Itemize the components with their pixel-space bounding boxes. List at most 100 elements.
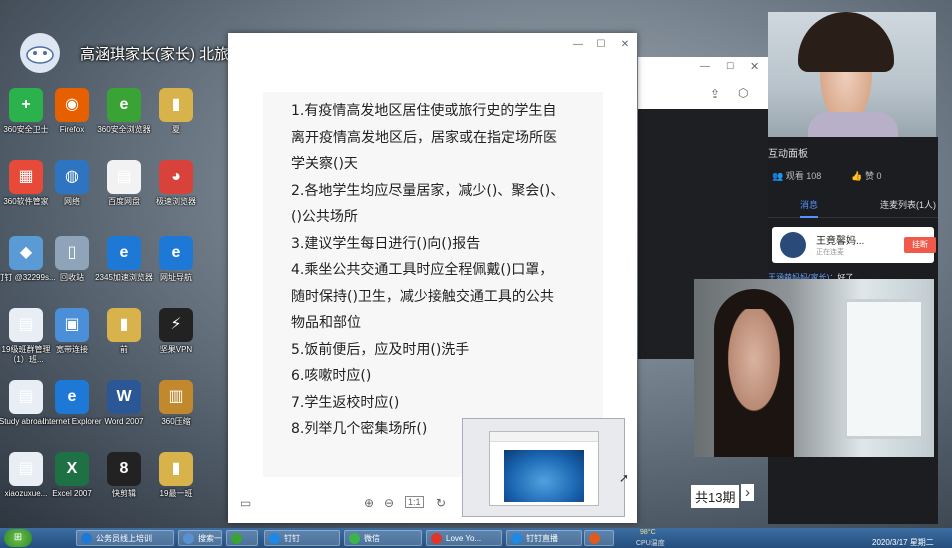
desktop-icon[interactable]: ◕ 极速浏览器 <box>146 160 206 207</box>
app-icon: ▤ <box>9 452 43 486</box>
document-line: 7.学生返校时应() <box>291 394 400 411</box>
desktop-icon[interactable]: ◉ Firefox <box>42 88 102 135</box>
like-count[interactable]: 👍 赞 0 <box>851 169 881 182</box>
desktop-icon-label: 夏 <box>172 125 180 134</box>
desktop-icon[interactable]: ▮ 前 <box>94 308 154 355</box>
preview-titlebar <box>490 432 598 442</box>
app-icon: e <box>159 236 193 270</box>
desktop-icon[interactable]: ▮ 19最一班 <box>146 452 206 499</box>
app-icon: ◉ <box>55 88 89 122</box>
browser-window[interactable]: — ☐ ✕ ⇪ ⬡ <box>638 57 768 109</box>
maximize-icon[interactable]: ☐ <box>726 61 734 72</box>
next-page-button[interactable]: › <box>741 484 754 501</box>
person-hair <box>798 12 894 72</box>
desktop-icon[interactable]: ▥ 360压缩 <box>146 380 206 427</box>
desktop-icon[interactable]: e Internet Explorer <box>42 380 102 427</box>
desktop-icon[interactable]: e 360安全浏览器 <box>94 88 154 135</box>
document-line: 学关察()天 <box>291 156 358 172</box>
tab-messages[interactable]: 消息 <box>800 198 819 218</box>
cursor-icon: ➚ <box>619 471 630 485</box>
taskbar-item[interactable] <box>584 530 614 546</box>
screen-share-preview[interactable]: ➚ <box>462 418 629 517</box>
desktop-icon[interactable]: ▮ 夏 <box>146 88 206 135</box>
person-shirt <box>808 112 898 137</box>
layout-icon[interactable]: ▭ <box>240 496 251 510</box>
taskbar-item[interactable]: 钉钉直播 <box>506 530 582 546</box>
taskbar-item[interactable]: 钉钉 <box>264 530 340 546</box>
close-icon[interactable]: ✕ <box>618 39 632 50</box>
app-icon: e <box>107 88 141 122</box>
taskbar: ⊞ 公务员线上培训 搜索一下 钉钉 微信 Love Yo... 钉钉直播 98°C CPU… <box>0 528 952 548</box>
desktop-icon[interactable]: e 2345加速浏览器 <box>94 236 154 283</box>
document-line: 4.乘坐公共交通工具时应全程佩戴()口罩， <box>291 262 554 278</box>
minimize-icon[interactable]: — <box>571 39 585 50</box>
zoom-out-icon[interactable]: ⊖ <box>384 496 394 510</box>
desktop-icon[interactable]: X Excel 2007 <box>42 452 102 499</box>
desktop-icon-label: 360安全浏览器 <box>97 125 151 134</box>
clock-date: 2020/3/17 星期二 <box>872 538 934 547</box>
taskbar-item-label: 搜索一下 <box>198 533 222 543</box>
desktop-icon-label: 宽带连接 <box>56 345 88 354</box>
taskbar-item[interactable]: 公务员线上培训 <box>76 530 174 546</box>
desktop-icon-label: Internet Explorer <box>42 417 102 426</box>
app-icon: e <box>55 380 89 414</box>
app-icon <box>589 532 600 544</box>
preview-screen <box>504 450 584 502</box>
app-icon: ▯ <box>55 236 89 270</box>
minimize-icon[interactable]: — <box>700 61 710 72</box>
app-icon: ◆ <box>9 236 43 270</box>
app-icon: ◕ <box>159 160 193 194</box>
desktop-icon[interactable]: e 网址导航 <box>146 236 206 283</box>
app-icon: ◍ <box>55 160 89 194</box>
co-host-name: 王竟馨妈... <box>816 236 865 247</box>
viewer-titlebar: — ☐ ✕ <box>228 33 637 59</box>
document-line: 3.建议学生每日进行()向()报告 <box>291 235 481 252</box>
zoom-in-icon[interactable]: ⊕ <box>364 496 374 510</box>
desktop-icon[interactable]: ▣ 宽带连接 <box>42 308 102 355</box>
app-icon: ▦ <box>9 160 43 194</box>
document-line: 随时保持()卫生，减少接触交通工具的公共 <box>291 288 554 305</box>
app-icon <box>81 532 92 544</box>
desktop-icon[interactable]: ▤ 百度网盘 <box>94 160 154 207</box>
hangup-button[interactable]: 挂断 <box>904 237 936 253</box>
co-host-status: 正在连麦 <box>816 249 844 256</box>
preview-window <box>489 431 599 506</box>
chevron-right-icon: › <box>745 484 750 501</box>
tab-mic-list[interactable]: 连麦列表(1人) <box>880 198 936 211</box>
viewers-icon: 👥 <box>772 171 784 181</box>
document-line: 6.咳嗽时应() <box>291 368 372 384</box>
taskbar-item[interactable]: 搜索一下 <box>178 530 222 546</box>
window-light <box>844 299 924 439</box>
app-icon <box>269 532 280 544</box>
desktop-icon[interactable]: ◍ 网络 <box>42 160 102 207</box>
taskbar-item-label: Love Yo... <box>446 533 482 543</box>
document-line: 5.饭前便后，应及时用()洗手 <box>291 341 470 358</box>
taskbar-item[interactable] <box>226 530 258 546</box>
fit-page-icon[interactable]: 1:1 <box>405 496 424 508</box>
rotate-icon[interactable]: ↻ <box>436 496 446 510</box>
document-line: ()公共场所 <box>291 209 358 225</box>
desktop-icon[interactable]: ⚡ 坚果VPN <box>146 308 206 355</box>
app-icon: X <box>55 452 89 486</box>
cube-icon[interactable]: ⬡ <box>738 86 748 100</box>
taskbar-item-label: 钉钉直播 <box>526 533 558 543</box>
maximize-icon[interactable]: ☐ <box>594 39 608 50</box>
desktop-icon-label: 坚果VPN <box>159 345 193 354</box>
share-icon[interactable]: ⇪ <box>710 87 720 101</box>
desktop-icon[interactable]: W Word 2007 <box>94 380 154 427</box>
desktop-icon-label: Firefox <box>59 125 85 134</box>
close-icon[interactable]: ✕ <box>750 60 759 73</box>
app-icon <box>231 532 242 544</box>
app-icon: ▣ <box>55 308 89 342</box>
app-icon <box>183 532 194 544</box>
desktop-icon[interactable]: ▯ 回收站 <box>42 236 102 283</box>
desktop-icon-label: 2345加速浏览器 <box>95 273 153 282</box>
taskbar-item-label: 微信 <box>364 533 380 543</box>
taskbar-item[interactable]: 微信 <box>344 530 422 546</box>
app-icon <box>431 532 442 544</box>
desktop-icon[interactable]: 8 快剪辑 <box>94 452 154 499</box>
taskbar-item[interactable]: Love Yo... <box>426 530 502 546</box>
app-icon: ▮ <box>107 308 141 342</box>
windows-logo-icon: ⊞ <box>13 532 23 543</box>
start-button[interactable]: ⊞ <box>4 529 32 547</box>
